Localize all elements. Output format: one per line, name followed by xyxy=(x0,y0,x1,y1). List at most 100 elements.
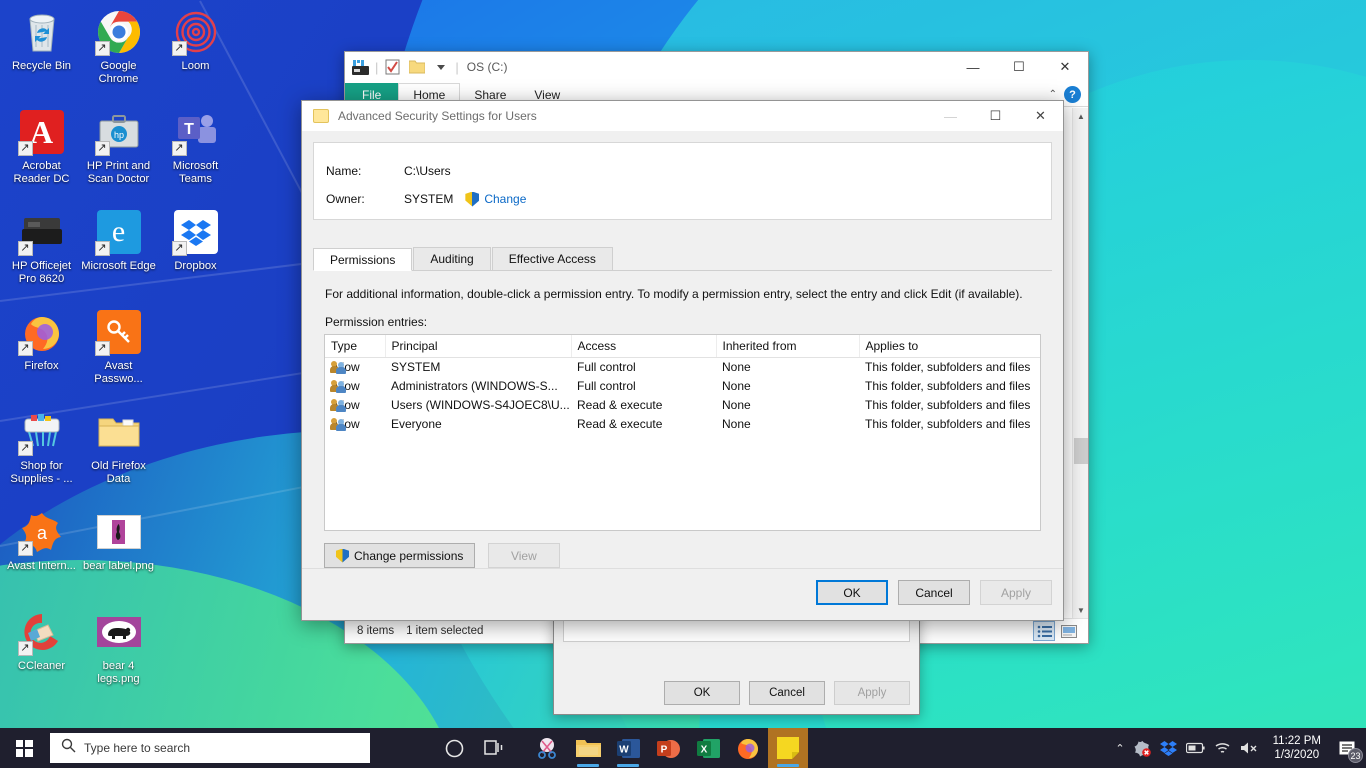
wifi-icon[interactable] xyxy=(1214,742,1231,755)
desktop-icon-label: Recycle Bin xyxy=(11,60,72,72)
dropdown-caret-icon[interactable] xyxy=(431,58,450,77)
desktop-icon-recycle-bin[interactable]: Recycle Bin xyxy=(4,4,79,104)
cell-access: Full control xyxy=(577,360,636,375)
svg-text:a: a xyxy=(36,523,47,543)
table-row[interactable]: Allow Administrators (WINDOWS-S... Full … xyxy=(325,377,1040,396)
tab-effective-access[interactable]: Effective Access xyxy=(491,247,613,270)
name-value: C:\Users xyxy=(404,164,451,178)
properties-cancel-button[interactable]: Cancel xyxy=(749,681,825,705)
cell-access: Full control xyxy=(577,379,636,393)
microsoft-excel-icon[interactable]: X xyxy=(688,728,728,768)
permission-entries-table[interactable]: Type Principal Access Inherited from App… xyxy=(324,334,1041,531)
advsec-cancel-button[interactable]: Cancel xyxy=(898,580,970,605)
svg-text:W: W xyxy=(619,744,629,755)
advsec-maximize-button[interactable]: ☐ xyxy=(973,101,1018,131)
advsec-close-button[interactable]: ✕ xyxy=(1018,101,1063,131)
notification-center-button[interactable]: 23 xyxy=(1336,737,1363,763)
sticky-notes-icon[interactable] xyxy=(768,728,808,768)
dropbox-tray-icon[interactable] xyxy=(1159,740,1177,756)
ribbon-collapse-chevron-icon[interactable]: ⌃ xyxy=(1049,89,1057,100)
change-owner-link[interactable]: Change xyxy=(484,192,526,206)
notification-badge: 23 xyxy=(1348,748,1363,763)
shortcut-overlay-icon: ↗ xyxy=(94,41,110,56)
microsoft-powerpoint-icon[interactable]: P xyxy=(648,728,688,768)
desktop-icon-acrobat-reader-dc[interactable]: A ↗ Acrobat Reader DC xyxy=(4,104,79,204)
quick-access-toolbar[interactable]: | | xyxy=(345,58,459,77)
desktop-icon-hp-print-and-scan-doctor[interactable]: hp ↗ HP Print and Scan Doctor xyxy=(81,104,156,204)
column-header-access[interactable]: Access xyxy=(571,335,717,358)
advsec-tabs[interactable]: Permissions Auditing Effective Access xyxy=(313,247,1052,271)
chrome-icon: ↗ xyxy=(94,8,143,56)
change-permissions-button[interactable]: Change permissions xyxy=(324,543,476,568)
advsec-action-buttons[interactable]: Change permissions View xyxy=(324,543,560,568)
scroll-up-arrow-icon[interactable]: ▲ xyxy=(1073,108,1089,124)
properties-icon[interactable] xyxy=(383,58,402,77)
explorer-maximize-button[interactable]: ☐ xyxy=(996,52,1042,83)
explorer-qat-icon[interactable] xyxy=(351,58,370,77)
table-header-row: Type Principal Access Inherited from App… xyxy=(325,335,1040,358)
search-icon xyxy=(61,738,76,758)
tab-auditing[interactable]: Auditing xyxy=(413,247,491,270)
file-explorer-icon[interactable] xyxy=(568,728,608,768)
column-header-inherited-from[interactable]: Inherited from xyxy=(716,335,860,358)
desktop-icon-bear-label-png[interactable]: bear label.png xyxy=(81,504,156,604)
system-tray[interactable]: ⌃ 11:22 PM 1/3/2020 23 xyxy=(1115,728,1366,768)
properties-dialog-buttons[interactable]: OK Cancel Apply xyxy=(664,681,910,705)
column-header-principal[interactable]: Principal xyxy=(385,335,572,358)
tab-permissions[interactable]: Permissions xyxy=(313,248,413,271)
desktop-icon-ccleaner[interactable]: ↗ CCleaner xyxy=(4,604,79,704)
view-button: View xyxy=(487,543,560,568)
cortana-icon[interactable] xyxy=(434,728,474,768)
table-row[interactable]: Allow Users (WINDOWS-S4JOEC8\U... Read &… xyxy=(325,396,1040,415)
desktop-icon-old-firefox-data[interactable]: Old Firefox Data xyxy=(81,404,156,504)
explorer-view-switcher[interactable] xyxy=(1033,621,1088,641)
desktop-icon-bear-4-legs-png[interactable]: bear 4 legs.png xyxy=(81,604,156,704)
advanced-security-settings-dialog[interactable]: Advanced Security Settings for Users — ☐… xyxy=(301,100,1064,621)
avast-tray-icon[interactable] xyxy=(1134,740,1151,757)
table-row[interactable]: Allow Everyone Read & execute None This … xyxy=(325,415,1040,434)
desktop-icon-google-chrome[interactable]: ↗ Google Chrome xyxy=(81,4,156,104)
explorer-vertical-scrollbar[interactable]: ▲ ▼ xyxy=(1072,108,1088,618)
task-view-icon[interactable] xyxy=(474,728,514,768)
taskbar-clock[interactable]: 11:22 PM 1/3/2020 xyxy=(1267,734,1327,762)
volume-muted-icon[interactable] xyxy=(1240,741,1258,755)
desktop-icon-avast-passwords[interactable]: ↗ Avast Passwo... xyxy=(81,304,156,404)
advsec-footer-buttons[interactable]: OK Cancel Apply xyxy=(816,580,1052,605)
advsec-ok-button[interactable]: OK xyxy=(816,580,888,605)
large-icons-view-icon[interactable] xyxy=(1058,621,1080,641)
column-header-applies-to[interactable]: Applies to xyxy=(859,335,1040,358)
explorer-close-button[interactable]: ✕ xyxy=(1042,52,1088,83)
firefox-taskbar-icon[interactable] xyxy=(728,728,768,768)
help-icon[interactable]: ? xyxy=(1064,86,1081,103)
column-header-type[interactable]: Type xyxy=(325,335,386,358)
advsec-window-controls[interactable]: — ☐ ✕ xyxy=(928,101,1063,131)
details-view-icon[interactable] xyxy=(1033,621,1055,641)
desktop-icon-dropbox[interactable]: ↗ Dropbox xyxy=(158,204,233,304)
desktop-icon-loom[interactable]: ↗ Loom xyxy=(158,4,233,104)
desktop-icon-microsoft-edge[interactable]: e ↗ Microsoft Edge xyxy=(81,204,156,304)
svg-text:X: X xyxy=(700,744,707,755)
users-group-icon xyxy=(330,379,347,393)
scroll-down-arrow-icon[interactable]: ▼ xyxy=(1073,602,1089,618)
desktop-icon-hp-officejet-pro-8620[interactable]: ↗ HP Officejet Pro 8620 xyxy=(4,204,79,304)
explorer-minimize-button[interactable]: — xyxy=(950,52,996,83)
advsec-title-bar[interactable]: Advanced Security Settings for Users — ☐… xyxy=(302,101,1063,131)
properties-ok-button[interactable]: OK xyxy=(664,681,740,705)
show-hidden-icons-icon[interactable]: ⌃ xyxy=(1115,742,1124,755)
desktop-icon-shop-for-supplies[interactable]: ↗ Shop for Supplies - ... xyxy=(4,404,79,504)
taskbar[interactable]: Type here to search W P X ⌃ 11:22 PM 1/3… xyxy=(0,728,1366,768)
explorer-scroll-thumb[interactable] xyxy=(1074,438,1088,464)
table-row[interactable]: Allow SYSTEM Full control None This fold… xyxy=(325,358,1040,377)
desktop-icon-firefox[interactable]: ↗ Firefox xyxy=(4,304,79,404)
new-folder-icon[interactable] xyxy=(407,58,426,77)
battery-icon[interactable] xyxy=(1185,742,1205,754)
desktop-icon-microsoft-teams[interactable]: T ↗ Microsoft Teams xyxy=(158,104,233,204)
explorer-title-bar[interactable]: | | OS (C:) — ☐ ✕ xyxy=(345,52,1088,83)
start-button[interactable] xyxy=(0,728,48,768)
explorer-window-controls[interactable]: — ☐ ✕ xyxy=(950,52,1088,83)
desktop-icon-avast-internet-security[interactable]: a ↗ Avast Intern... xyxy=(4,504,79,604)
search-input[interactable]: Type here to search xyxy=(50,733,370,763)
microsoft-word-icon[interactable]: W xyxy=(608,728,648,768)
name-label: Name: xyxy=(326,164,362,178)
snip-and-sketch-icon[interactable] xyxy=(528,728,568,768)
